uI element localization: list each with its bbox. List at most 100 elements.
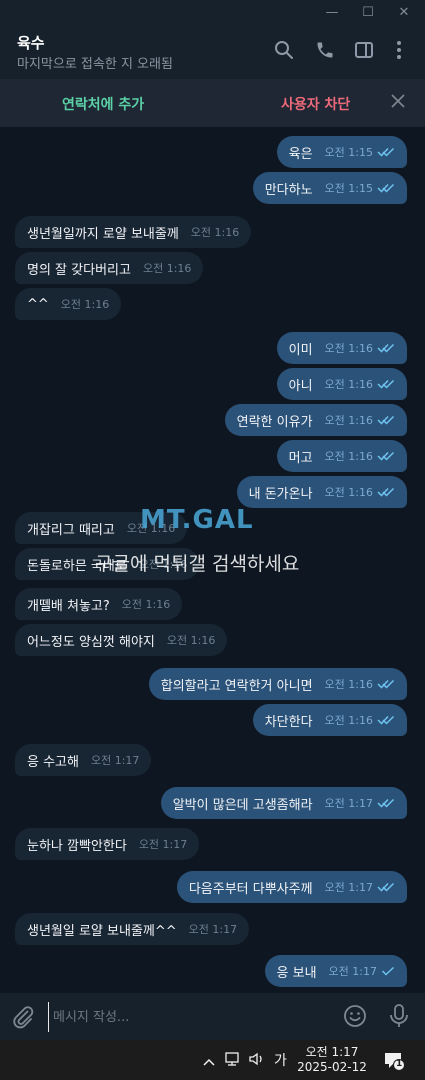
message-input[interactable]	[48, 1002, 335, 1032]
message-time: 오전 1:16	[138, 558, 188, 571]
message-text: 다음주부터 다뿌사주께	[188, 881, 313, 897]
message-text: 이미	[288, 342, 313, 358]
message-time: 오전 1:15	[324, 146, 373, 159]
notification-count: 1	[396, 1059, 403, 1069]
message-time: 오전 1:16	[166, 634, 216, 647]
message-bubble-in[interactable]: 개뗄배 쳐놓고? 오전 1:16	[15, 588, 183, 620]
maximize-button[interactable]: ☐	[356, 2, 380, 22]
check-icon	[381, 966, 395, 976]
phone-icon[interactable]	[313, 38, 337, 62]
message-time: 오전 1:16	[142, 262, 192, 275]
message-bubble-out[interactable]: 머고 오전 1:16	[276, 440, 407, 472]
message-time: 오전 1:16	[126, 522, 176, 535]
clock-date[interactable]: 2025-02-12	[296, 1060, 368, 1074]
message-bubble-out[interactable]: 육은 오전 1:15	[276, 136, 407, 168]
message-bubble-in[interactable]: ^^ 오전 1:16	[15, 288, 122, 320]
message-text: 응 수고해	[27, 754, 79, 770]
message-text: 만다하노	[264, 182, 313, 198]
message-bubble-out[interactable]: 차단한다 오전 1:16	[252, 704, 407, 736]
double-check-icon	[377, 183, 395, 193]
message-bubble-out[interactable]: 내 돈가온나 오전 1:16	[236, 476, 407, 508]
message-time: 오전 1:16	[324, 342, 373, 355]
message-time: 오전 1:16	[324, 450, 373, 463]
close-window-button[interactable]: ✕	[392, 2, 416, 22]
message-text: 명의 잘 갖다버리고	[27, 262, 131, 278]
double-check-icon	[377, 679, 395, 689]
message-time: 오전 1:16	[324, 678, 373, 691]
message-text: ^^	[27, 296, 49, 312]
message-text: 응 보내	[276, 965, 317, 981]
message-bubble-out[interactable]: 아니 오전 1:16	[276, 368, 407, 400]
double-check-icon	[377, 343, 395, 353]
message-time: 오전 1:17	[324, 797, 373, 810]
message-text: 어느정도 양심껏 해야지	[27, 634, 155, 650]
message-composer	[0, 993, 425, 1040]
message-text: 생년월일 로얄 보내줄께^^	[27, 923, 177, 939]
minimize-button[interactable]: —	[320, 2, 344, 22]
close-icon[interactable]	[388, 91, 408, 111]
message-bubble-out[interactable]: 다음주부터 다뿌사주께 오전 1:17	[176, 871, 407, 903]
window-title-bar: — ☐ ✕	[0, 0, 425, 24]
message-time: 오전 1:17	[90, 754, 140, 767]
message-bubble-in[interactable]: 돈돌로하믄 국내로 오전 1:16	[15, 548, 200, 580]
message-bubble-in[interactable]: 개잡리그 때리고 오전 1:16	[15, 512, 188, 544]
chat-title: 육수	[17, 34, 45, 52]
message-text: 눈하나 깜빡안한다	[27, 838, 127, 854]
message-text: 아니	[288, 378, 313, 394]
ime-indicator[interactable]: 가	[274, 1050, 287, 1070]
chat-header[interactable]: 육수 마지막으로 접속한 지 오래됨	[0, 24, 425, 79]
double-check-icon	[377, 379, 395, 389]
double-check-icon	[377, 882, 395, 892]
block-user-button[interactable]: 사용자 차단	[281, 94, 350, 114]
message-bubble-in[interactable]: 명의 잘 갖다버리고 오전 1:16	[15, 252, 204, 284]
more-icon[interactable]	[387, 38, 411, 62]
message-bubble-in[interactable]: 눈하나 깜빡안한다 오전 1:17	[15, 828, 200, 860]
chevron-up-icon[interactable]	[202, 1052, 216, 1071]
message-list[interactable]: 육은 오전 1:15 만다하노 오전 1:15 생년월일까지 로얄 보내줄께 오전 1…	[0, 127, 425, 993]
message-text: 개뗄배 쳐놓고?	[27, 598, 110, 614]
double-check-icon	[377, 147, 395, 157]
message-time: 오전 1:16	[190, 226, 240, 239]
message-bubble-out[interactable]: 이미 오전 1:16	[276, 332, 407, 364]
sidebar-icon[interactable]	[352, 38, 376, 62]
double-check-icon	[377, 487, 395, 497]
search-icon[interactable]	[272, 38, 296, 62]
double-check-icon	[377, 798, 395, 808]
message-time: 오전 1:16	[324, 486, 373, 499]
message-bubble-out[interactable]: 합의할라고 연락한거 아니면 오전 1:16	[148, 668, 407, 700]
message-time: 오전 1:16	[121, 598, 171, 611]
message-text: 돈돌로하믄 국내로	[27, 558, 127, 574]
clock-time[interactable]: 오전 1:17	[296, 1043, 368, 1060]
message-time: 오전 1:17	[188, 923, 238, 936]
emoji-icon[interactable]	[343, 1004, 367, 1028]
message-bubble-in[interactable]: 응 수고해 오전 1:17	[15, 744, 152, 776]
message-bubble-out[interactable]: 연락한 이유가 오전 1:16	[224, 404, 407, 436]
message-text: 개잡리그 때리고	[27, 522, 115, 538]
contact-action-bar: 연락처에 추가 사용자 차단	[0, 79, 425, 127]
message-bubble-in[interactable]: 생년월일 로얄 보내줄께^^ 오전 1:17	[15, 913, 250, 945]
message-time: 오전 1:16	[324, 378, 373, 391]
message-time: 오전 1:17	[328, 965, 377, 978]
message-bubble-out[interactable]: 응 보내 오전 1:17	[264, 955, 407, 987]
message-time: 오전 1:17	[324, 881, 373, 894]
volume-icon[interactable]	[248, 1051, 266, 1071]
message-bubble-out[interactable]: 알박이 많은데 고생좀해라 오전 1:17	[160, 787, 407, 819]
message-time: 오전 1:16	[324, 414, 373, 427]
message-time: 오전 1:16	[60, 298, 110, 311]
message-bubble-in[interactable]: 생년월일까지 로얄 보내줄께 오전 1:16	[15, 216, 252, 248]
microphone-icon[interactable]	[388, 1003, 410, 1029]
double-check-icon	[377, 415, 395, 425]
message-text: 내 돈가온나	[248, 486, 313, 502]
message-text: 머고	[288, 450, 313, 466]
message-time: 오전 1:17	[138, 838, 188, 851]
network-icon[interactable]	[225, 1051, 243, 1071]
paperclip-icon[interactable]	[11, 1005, 35, 1029]
taskbar: 가 오전 1:17 2025-02-12 1	[0, 1040, 425, 1080]
message-text: 알박이 많은데 고생좀해라	[172, 797, 313, 813]
message-text: 합의할라고 연락한거 아니면	[160, 678, 313, 694]
message-text: 연락한 이유가	[236, 414, 313, 430]
message-bubble-in[interactable]: 어느정도 양심껏 해야지 오전 1:16	[15, 624, 228, 656]
add-contact-button[interactable]: 연락처에 추가	[62, 94, 144, 114]
notification-icon[interactable]: 1	[383, 1050, 405, 1072]
message-bubble-out[interactable]: 만다하노 오전 1:15	[252, 172, 407, 204]
